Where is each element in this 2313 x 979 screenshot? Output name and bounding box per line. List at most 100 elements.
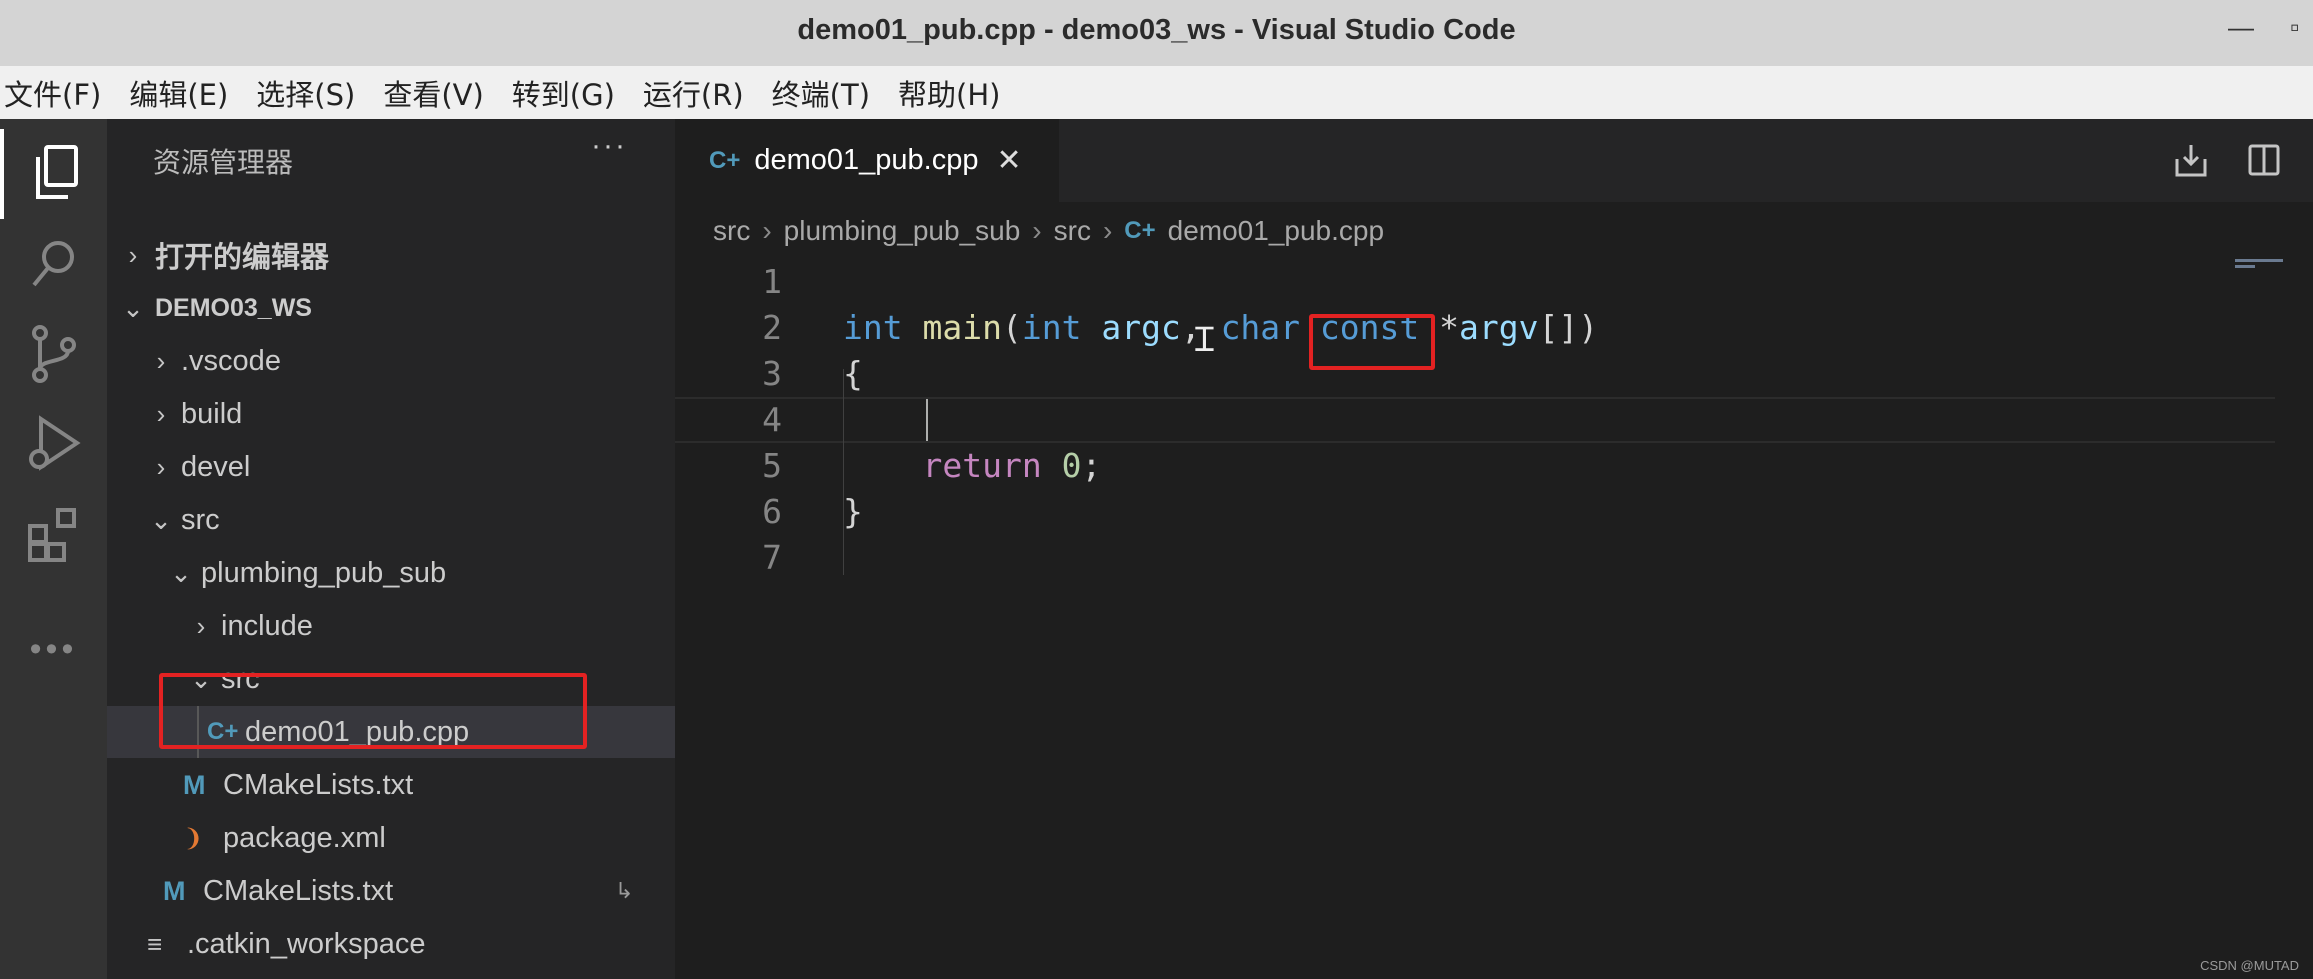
- code-line: 5 return 0;: [675, 443, 2275, 489]
- chevron-right-icon: ›: [1102, 215, 1113, 246]
- menu-file[interactable]: 文件(F): [0, 72, 101, 114]
- keyword-token: int: [843, 308, 903, 347]
- code-token: }: [843, 492, 863, 531]
- tree-item-vscode[interactable]: › .vscode: [107, 335, 675, 387]
- tree-item-cmakelists-root[interactable]: M CMakeLists.txt ↳: [107, 865, 675, 917]
- line-number: 6: [762, 492, 782, 531]
- more-icon[interactable]: •••: [0, 604, 107, 694]
- open-changes-icon[interactable]: [2173, 143, 2209, 184]
- more-actions-icon[interactable]: ···: [591, 129, 627, 163]
- function-token: main: [922, 308, 1002, 347]
- keyword-token: int: [1021, 308, 1082, 347]
- menu-terminal[interactable]: 终端(T): [768, 72, 870, 114]
- code-token: *: [1439, 308, 1460, 347]
- control-keyword-token: return: [922, 446, 1042, 485]
- explorer-sidebar: 资源管理器 ··· › 打开的编辑器 ⌄ DEMO03_WS › .vscode…: [107, 119, 675, 979]
- tree-item-include[interactable]: › include: [107, 600, 675, 652]
- extensions-icon[interactable]: [0, 489, 107, 579]
- identifier-token: argv: [1459, 308, 1539, 347]
- text-cursor: [926, 399, 928, 441]
- number-token: 0: [1061, 446, 1082, 485]
- explorer-icon[interactable]: [0, 129, 107, 219]
- close-icon[interactable]: ✕: [997, 143, 1022, 178]
- menu-edit[interactable]: 编辑(E): [125, 72, 228, 114]
- code-token: ;: [1081, 446, 1102, 485]
- editor-area: C+ demo01_pub.cpp ✕ src › plumbing_pub_s…: [675, 119, 2313, 979]
- code-line: 2 int main(int argc, char const *argv[]): [675, 305, 2275, 351]
- code-text: }: [843, 489, 863, 535]
- source-control-icon[interactable]: [0, 309, 107, 399]
- breadcrumb-item[interactable]: src: [713, 215, 750, 247]
- tree-item-devel[interactable]: › devel: [107, 441, 675, 493]
- code-text: {: [843, 351, 863, 397]
- breadcrumb-item[interactable]: plumbing_pub_sub: [784, 215, 1021, 247]
- code-line: 7: [675, 535, 2275, 581]
- code-text: return 0;: [843, 443, 1101, 489]
- keyword-token: char: [1220, 308, 1301, 347]
- menu-help[interactable]: 帮助(H): [894, 72, 1000, 114]
- breadcrumb-item[interactable]: demo01_pub.cpp: [1168, 215, 1384, 247]
- line-number: 2: [762, 308, 782, 347]
- chevron-right-icon: ›: [156, 345, 166, 376]
- minimap: [2235, 259, 2287, 273]
- cpp-file-icon: C+: [709, 146, 741, 174]
- ibeam-cursor-icon: Ɪ: [1195, 321, 1214, 359]
- breadcrumb-item[interactable]: src: [1054, 215, 1091, 247]
- chevron-right-icon: ›: [128, 239, 138, 270]
- identifier-token: argc: [1101, 308, 1181, 347]
- chevron-right-icon: ›: [196, 610, 206, 641]
- text-file-icon: ≡: [147, 928, 163, 959]
- code-token: (: [1001, 308, 1022, 347]
- code-line: 3 {: [675, 351, 2275, 397]
- highlight-box-const: [1309, 314, 1435, 370]
- search-icon[interactable]: [0, 219, 107, 309]
- title-bar: demo01_pub.cpp - demo03_ws - Visual Stud…: [0, 0, 2313, 67]
- chevron-right-icon: ›: [156, 398, 166, 429]
- tab-bar: C+ demo01_pub.cpp ✕: [675, 119, 2313, 202]
- code-text: int main(int argc, char const *argv[]): [843, 305, 1598, 351]
- line-number: 5: [762, 446, 782, 485]
- tree-item-package-xml[interactable]: ❩ package.xml: [107, 812, 675, 864]
- chevron-down-icon: ⌄: [122, 292, 144, 323]
- chevron-right-icon: ›: [156, 451, 166, 482]
- code-line: 1: [675, 259, 2275, 305]
- code-line: 6 }: [675, 489, 2275, 535]
- tree-item-cmakelists-inner[interactable]: M CMakeLists.txt: [107, 759, 675, 811]
- chevron-right-icon: ›: [762, 215, 772, 246]
- line-number: 7: [762, 538, 782, 577]
- tree-item-src[interactable]: ⌄ src: [107, 494, 675, 546]
- line-number: 4: [762, 400, 782, 439]
- tree-item-plumbing-pub-sub[interactable]: ⌄ plumbing_pub_sub: [107, 547, 675, 599]
- maximize-button[interactable]: ▫: [2290, 12, 2299, 43]
- workspace-section[interactable]: ⌄ DEMO03_WS: [119, 282, 687, 334]
- menu-bar: 文件(F) 编辑(E) 选择(S) 查看(V) 转到(G) 运行(R) 终端(T…: [0, 66, 2313, 119]
- tab-demo01-pub-cpp[interactable]: C+ demo01_pub.cpp ✕: [675, 119, 1059, 202]
- minimize-button[interactable]: —: [2228, 12, 2254, 43]
- run-debug-icon[interactable]: [0, 399, 107, 489]
- code-token: ]: [1558, 308, 1579, 347]
- breadcrumb: src › plumbing_pub_sub › src › C+ demo01…: [713, 215, 1384, 247]
- tree-item-catkin-workspace[interactable]: ≡ .catkin_workspace: [107, 918, 675, 970]
- watermark: CSDN @MUTAD: [2200, 958, 2299, 973]
- highlight-box-file: [159, 673, 587, 749]
- line-number: 1: [762, 262, 782, 301]
- window-title: demo01_pub.cpp - demo03_ws - Visual Stud…: [797, 14, 1516, 46]
- activity-bar: •••: [0, 119, 107, 979]
- open-editors-section[interactable]: › 打开的编辑器: [119, 229, 687, 281]
- menu-selection[interactable]: 选择(S): [252, 72, 355, 114]
- code-token: [: [1538, 308, 1559, 347]
- menu-run[interactable]: 运行(R): [639, 72, 744, 114]
- tree-item-build[interactable]: › build: [107, 388, 675, 440]
- indent-guide: [843, 369, 844, 575]
- chevron-right-icon: ›: [1032, 215, 1042, 246]
- menu-go[interactable]: 转到(G): [508, 72, 615, 114]
- split-editor-icon[interactable]: [2247, 143, 2281, 182]
- symlink-icon: ↳: [615, 878, 634, 903]
- code-line-current: 4: [675, 397, 2275, 443]
- chevron-down-icon: ⌄: [170, 557, 192, 588]
- menu-view[interactable]: 查看(V): [379, 72, 483, 114]
